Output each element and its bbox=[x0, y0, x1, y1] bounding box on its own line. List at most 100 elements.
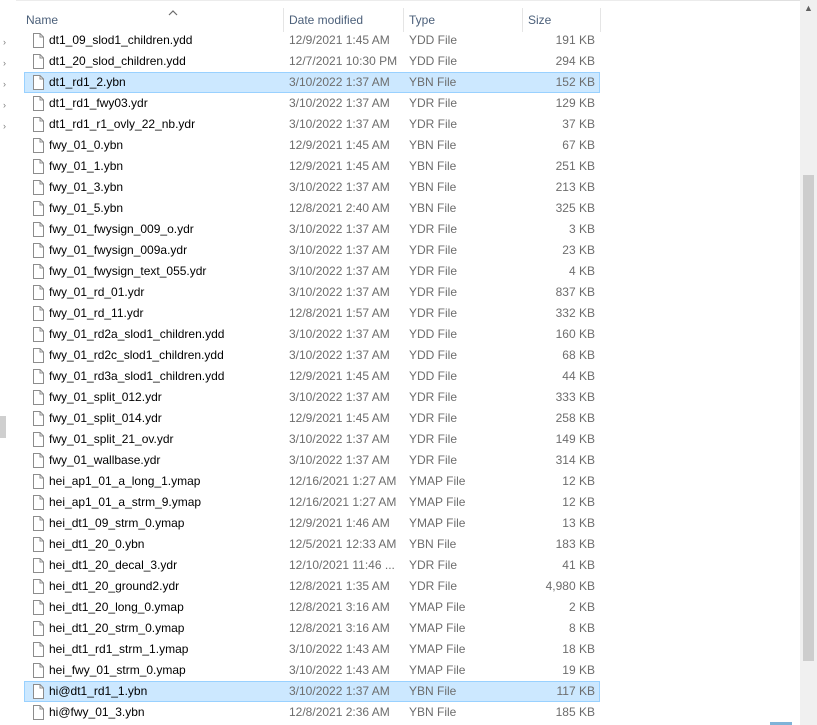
file-size: 8 KB bbox=[568, 621, 595, 635]
file-row[interactable]: dt1_rd1_2.ybn 3/10/2022 1:37 AM YBN File 15… bbox=[24, 72, 600, 93]
file-date-modified: 12/16/2021 1:27 AM bbox=[289, 474, 397, 488]
file-type: YDR File bbox=[409, 264, 458, 278]
column-header-size[interactable]: Size bbox=[522, 8, 600, 32]
file-name: hei_dt1_20_long_0.ymap bbox=[49, 600, 184, 614]
pin-arrow-icon[interactable]: › bbox=[3, 38, 9, 47]
file-row[interactable]: fwy_01_5.ybn 12/8/2021 2:40 AM YBN File 325… bbox=[24, 198, 600, 219]
file-row[interactable]: hei_ap1_01_a_long_1.ymap 12/16/2021 1:27 … bbox=[24, 471, 600, 492]
file-type: YMAP File bbox=[409, 516, 466, 530]
file-row[interactable]: hi@fwy_01_3.ybn 12/8/2021 2:36 AM YBN File… bbox=[24, 702, 600, 723]
file-row[interactable]: hei_fwy_01_strm_0.ymap 3/10/2022 1:43 AM Y… bbox=[24, 660, 600, 681]
file-type: YDR File bbox=[409, 579, 458, 593]
file-row[interactable]: fwy_01_fwysign_009a.ydr 3/10/2022 1:37 AM… bbox=[24, 240, 600, 261]
file-type: YDR File bbox=[409, 558, 458, 572]
file-name: fwy_01_rd2a_slod1_children.ydd bbox=[49, 327, 225, 341]
file-size: 129 KB bbox=[555, 96, 595, 110]
file-row[interactable]: fwy_01_fwysign_009_o.ydr 3/10/2022 1:37 A… bbox=[24, 219, 600, 240]
file-row[interactable]: fwy_01_3.ybn 3/10/2022 1:37 AM YBN File 213… bbox=[24, 177, 600, 198]
pin-arrow-icon[interactable]: › bbox=[3, 122, 9, 131]
file-date-modified: 3/10/2022 1:37 AM bbox=[289, 390, 390, 404]
file-name: fwy_01_3.ybn bbox=[49, 180, 124, 194]
file-date-modified: 3/10/2022 1:43 AM bbox=[289, 642, 390, 656]
file-row[interactable]: fwy_01_rd_11.ydr 12/8/2021 1:57 AM YDR Fil… bbox=[24, 303, 600, 324]
file-date-modified: 3/10/2022 1:37 AM bbox=[289, 264, 390, 278]
file-row[interactable]: hei_dt1_rd1_strm_1.ymap 3/10/2022 1:43 AM… bbox=[24, 639, 600, 660]
file-size: 314 KB bbox=[555, 453, 595, 467]
file-icon bbox=[33, 159, 44, 174]
file-date-modified: 12/16/2021 1:27 AM bbox=[289, 495, 397, 509]
file-name: hei_dt1_rd1_strm_1.ymap bbox=[49, 642, 189, 656]
file-row[interactable]: fwy_01_rd_01.ydr 3/10/2022 1:37 AM YDR Fil… bbox=[24, 282, 600, 303]
column-divider[interactable] bbox=[600, 8, 601, 32]
file-date-modified: 12/8/2021 2:40 AM bbox=[289, 201, 390, 215]
file-type: YDR File bbox=[409, 432, 458, 446]
file-row[interactable]: fwy_01_rd2a_slod1_children.ydd 3/10/2022 … bbox=[24, 324, 600, 345]
file-type: YBN File bbox=[409, 705, 457, 719]
file-row[interactable]: dt1_20_slod_children.ydd 12/7/2021 10:30 … bbox=[24, 51, 600, 72]
scroll-up-arrow-icon[interactable]: ▲ bbox=[800, 0, 817, 17]
pin-arrow-icon[interactable]: › bbox=[3, 80, 9, 89]
file-size: 41 KB bbox=[562, 558, 595, 572]
file-type: YMAP File bbox=[409, 474, 466, 488]
file-icon bbox=[33, 684, 44, 699]
file-row[interactable]: dt1_09_slod1_children.ydd 12/9/2021 1:45 … bbox=[24, 30, 600, 51]
file-icon bbox=[33, 180, 44, 195]
file-name: hei_ap1_01_a_long_1.ymap bbox=[49, 474, 201, 488]
file-icon bbox=[33, 348, 44, 363]
top-strip bbox=[710, 0, 800, 1]
file-date-modified: 3/10/2022 1:37 AM bbox=[289, 684, 390, 698]
file-name: fwy_01_0.ybn bbox=[49, 138, 124, 152]
file-icon bbox=[33, 516, 44, 531]
scrollbar-thumb[interactable] bbox=[803, 175, 814, 661]
nav-pane-scroll-thumb[interactable] bbox=[0, 416, 6, 438]
vertical-scrollbar[interactable]: ▲ bbox=[800, 0, 817, 725]
file-row[interactable]: hei_dt1_20_0.ybn 12/5/2021 12:33 AM YBN Fi… bbox=[24, 534, 600, 555]
pin-arrow-icon[interactable]: › bbox=[3, 101, 9, 110]
file-row[interactable]: fwy_01_rd2c_slod1_children.ydd 3/10/2022 … bbox=[24, 345, 600, 366]
file-type: YDR File bbox=[409, 306, 458, 320]
file-row[interactable]: hei_dt1_20_decal_3.ydr 12/10/2021 11:46 .… bbox=[24, 555, 600, 576]
file-row[interactable]: hei_dt1_20_ground2.ydr 12/8/2021 1:35 AM Y… bbox=[24, 576, 600, 597]
column-header-name[interactable]: Name bbox=[20, 8, 283, 32]
column-header-date-modified[interactable]: Date modified bbox=[283, 8, 403, 32]
file-type: YMAP File bbox=[409, 663, 466, 677]
file-row[interactable]: dt1_rd1_fwy03.ydr 3/10/2022 1:37 AM YDR Fi… bbox=[24, 93, 600, 114]
pin-arrow-icon[interactable]: › bbox=[3, 59, 9, 68]
file-row[interactable]: hei_dt1_09_strm_0.ymap 12/9/2021 1:46 AM Y… bbox=[24, 513, 600, 534]
file-row[interactable]: fwy_01_wallbase.ydr 3/10/2022 1:37 AM YDR … bbox=[24, 450, 600, 471]
file-date-modified: 12/8/2021 3:16 AM bbox=[289, 621, 390, 635]
file-row[interactable]: fwy_01_rd3a_slod1_children.ydd 12/9/2021 … bbox=[24, 366, 600, 387]
file-size: 44 KB bbox=[562, 369, 595, 383]
column-header-type[interactable]: Type bbox=[403, 8, 522, 32]
file-type: YBN File bbox=[409, 201, 457, 215]
file-row[interactable]: hi@dt1_rd1_1.ybn 3/10/2022 1:37 AM YBN Fil… bbox=[24, 681, 600, 702]
file-row[interactable]: fwy_01_split_21_ov.ydr 3/10/2022 1:37 AM Y… bbox=[24, 429, 600, 450]
file-row[interactable]: hei_ap1_01_a_strm_9.ymap 12/16/2021 1:27 … bbox=[24, 492, 600, 513]
file-row[interactable]: hei_dt1_20_strm_0.ymap 12/8/2021 3:16 AM Y… bbox=[24, 618, 600, 639]
navigation-pane-edge: › › › › › bbox=[0, 0, 16, 725]
file-row[interactable]: fwy_01_0.ybn 12/9/2021 1:45 AM YBN File 67 … bbox=[24, 135, 600, 156]
file-row[interactable]: fwy_01_fwysign_text_055.ydr 3/10/2022 1:3… bbox=[24, 261, 600, 282]
file-type: YDD File bbox=[409, 54, 458, 68]
file-date-modified: 3/10/2022 1:37 AM bbox=[289, 348, 390, 362]
file-row[interactable]: fwy_01_split_014.ydr 12/9/2021 1:45 AM YDR… bbox=[24, 408, 600, 429]
file-size: 117 KB bbox=[556, 684, 595, 698]
file-name: fwy_01_1.ybn bbox=[49, 159, 124, 173]
file-row[interactable]: dt1_rd1_r1_ovly_22_nb.ydr 3/10/2022 1:37 … bbox=[24, 114, 600, 135]
file-type: YMAP File bbox=[409, 621, 466, 635]
file-name: fwy_01_rd_01.ydr bbox=[49, 285, 145, 299]
file-name: hei_dt1_20_strm_0.ymap bbox=[49, 621, 185, 635]
file-type: YDR File bbox=[409, 243, 458, 257]
file-size: 12 KB bbox=[562, 495, 595, 509]
file-row[interactable]: fwy_01_1.ybn 12/9/2021 1:45 AM YBN File 251… bbox=[24, 156, 600, 177]
file-row[interactable]: hei_dt1_20_long_0.ymap 12/8/2021 3:16 AM Y… bbox=[24, 597, 600, 618]
file-icon bbox=[33, 54, 44, 69]
file-name: hei_dt1_20_decal_3.ydr bbox=[49, 558, 178, 572]
file-size: 185 KB bbox=[555, 705, 595, 719]
file-name: hei_dt1_20_ground2.ydr bbox=[49, 579, 180, 593]
file-row[interactable]: fwy_01_split_012.ydr 3/10/2022 1:37 AM YDR… bbox=[24, 387, 600, 408]
top-divider bbox=[0, 0, 817, 1]
file-size: 23 KB bbox=[562, 243, 595, 257]
file-icon bbox=[33, 453, 44, 468]
file-icon bbox=[33, 705, 44, 720]
